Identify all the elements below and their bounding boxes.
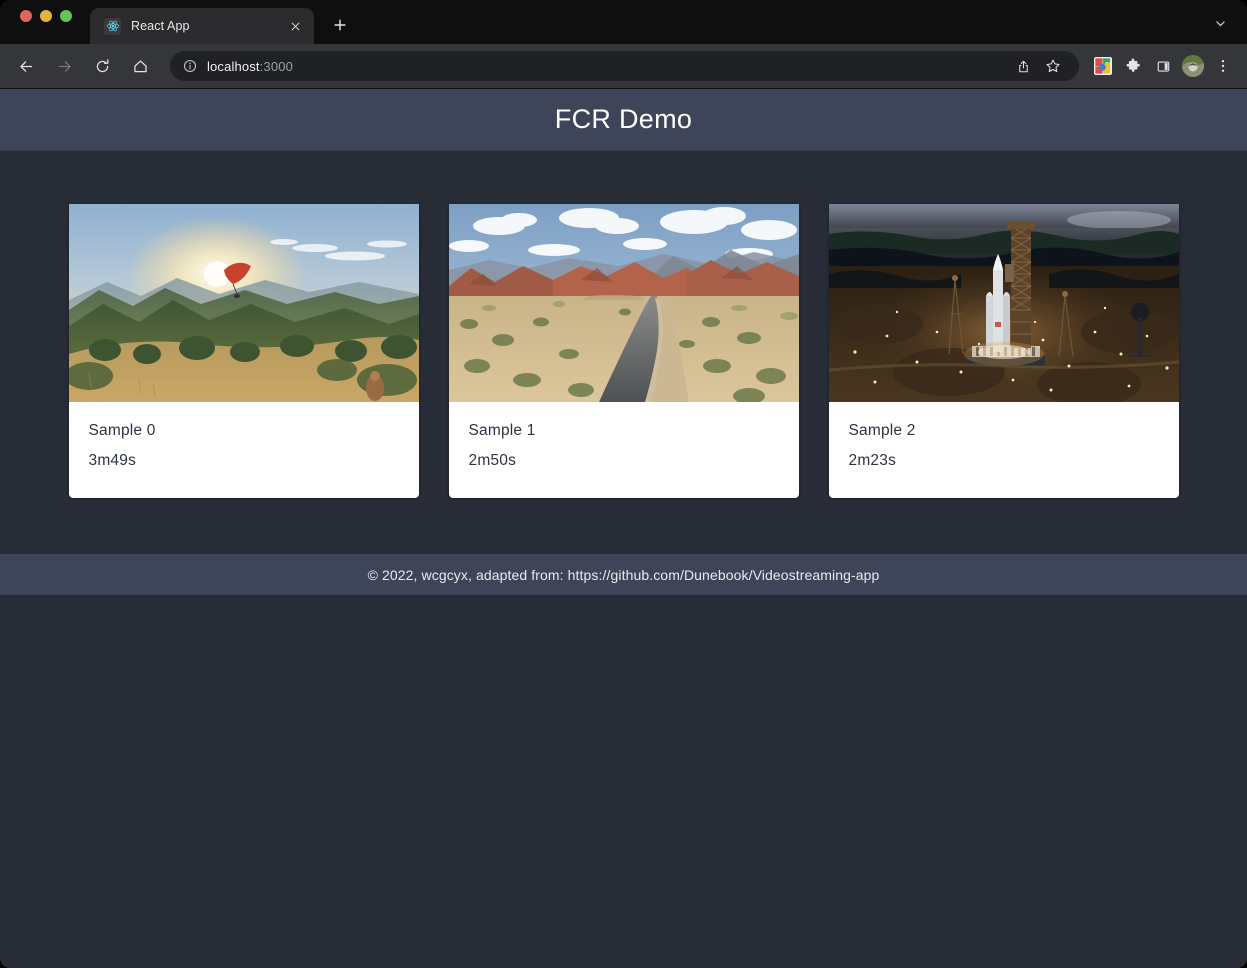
card-body: Sample 2 2m23s	[829, 402, 1179, 498]
browser-tab[interactable]: React App	[90, 8, 314, 44]
url-host: localhost	[207, 58, 260, 74]
page-title: FCR Demo	[554, 104, 693, 134]
card-duration: 3m49s	[88, 452, 137, 469]
video-thumbnail-rocket-launchpad[interactable]	[828, 204, 1179, 402]
site-info-icon[interactable]	[182, 58, 198, 74]
page-viewport: FCR Demo Sample 0 3m49s Sample 1 2m50s S…	[0, 88, 1247, 968]
card-duration: 2m50s	[468, 452, 517, 469]
page-main: Sample 0 3m49s Sample 1 2m50s Sample 2 2…	[0, 151, 1247, 554]
window-minimize-button[interactable]	[40, 9, 52, 22]
address-bar[interactable]: localhost:3000	[170, 51, 1079, 81]
close-icon[interactable]	[286, 17, 304, 35]
chevron-down-icon[interactable]	[1207, 10, 1233, 36]
page-header: FCR Demo	[0, 89, 1247, 151]
url-port: :3000	[259, 58, 293, 74]
forward-icon[interactable]	[49, 51, 79, 81]
back-icon[interactable]	[11, 51, 41, 81]
video-card[interactable]: Sample 2 2m23s	[828, 204, 1179, 498]
side-panel-icon[interactable]	[1149, 52, 1177, 80]
video-thumbnail-mountain-sunset[interactable]	[68, 204, 419, 402]
puzzle-icon[interactable]	[1119, 52, 1147, 80]
card-title: Sample 1	[468, 422, 536, 439]
url-text: localhost:3000	[207, 59, 293, 74]
share-icon[interactable]	[1009, 52, 1037, 80]
extension-colorful-icon[interactable]	[1089, 52, 1117, 80]
card-duration: 2m23s	[848, 452, 897, 469]
omnibox-actions	[1009, 52, 1067, 80]
card-title: Sample 0	[88, 422, 156, 439]
video-card[interactable]: Sample 1 2m50s	[448, 204, 799, 498]
card-body: Sample 1 2m50s	[449, 402, 799, 498]
browser-toolbar: localhost:3000	[0, 44, 1247, 88]
avatar[interactable]	[1179, 52, 1207, 80]
video-card[interactable]: Sample 0 3m49s	[68, 204, 419, 498]
window-maximize-button[interactable]	[60, 9, 72, 22]
card-body: Sample 0 3m49s	[69, 402, 419, 498]
browser-window: React App localhost:3000 FCR Demo Sample…	[0, 0, 1247, 968]
page-footer: © 2022, wcgcyx, adapted from: https://gi…	[0, 554, 1247, 595]
video-thumbnail-desert-road[interactable]	[448, 204, 799, 402]
card-title: Sample 2	[848, 422, 916, 439]
home-icon[interactable]	[125, 51, 155, 81]
browser-menu-icon[interactable]	[1209, 52, 1237, 80]
tab-title: React App	[131, 19, 190, 33]
react-atom-icon	[104, 17, 121, 35]
reload-icon[interactable]	[87, 51, 117, 81]
footer-text: © 2022, wcgcyx, adapted from: https://gi…	[367, 566, 880, 583]
new-tab-button[interactable]	[326, 11, 354, 39]
window-traffic-lights	[0, 0, 86, 44]
star-icon[interactable]	[1039, 52, 1067, 80]
page-empty-area	[0, 595, 1247, 968]
window-close-button[interactable]	[20, 9, 32, 22]
card-grid: Sample 0 3m49s Sample 1 2m50s Sample 2 2…	[68, 204, 1179, 498]
tab-strip: React App	[0, 0, 1247, 44]
